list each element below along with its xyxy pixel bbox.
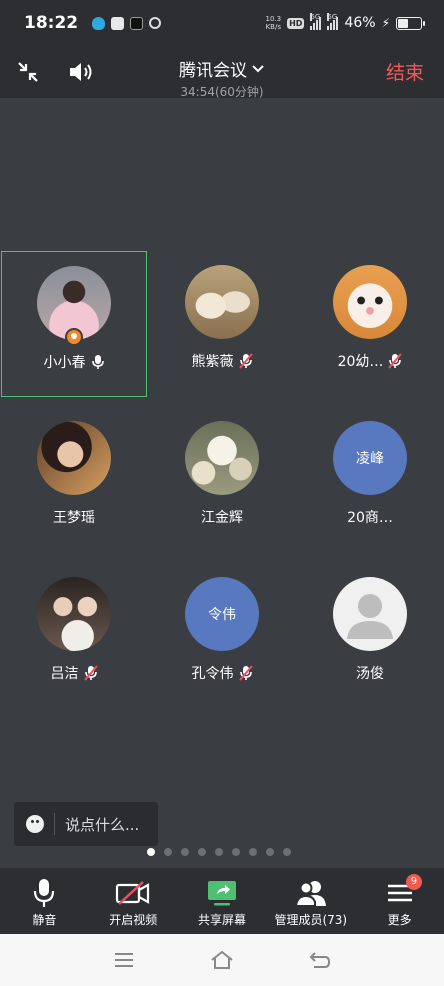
status-time: 18:22 [24, 13, 79, 33]
end-meeting-button[interactable]: 结束 [386, 58, 424, 85]
share-screen-icon [207, 881, 236, 906]
page-dot[interactable] [181, 848, 189, 856]
net-speed: 10.3 KB/s [265, 15, 282, 31]
participant-tile[interactable]: 熊紫薇 [149, 251, 295, 397]
participant-name: 20幼… [337, 354, 384, 370]
video-off-icon [116, 881, 150, 905]
page-dot[interactable] [215, 848, 223, 856]
back-button[interactable] [271, 934, 369, 986]
avatar [185, 265, 259, 339]
page-dot[interactable] [249, 848, 257, 856]
divider [54, 813, 55, 835]
notification-badge: 9 [405, 874, 422, 890]
page-dot[interactable] [164, 848, 172, 856]
participant-name: 熊紫薇 [191, 354, 234, 370]
status-right: 10.3 KB/s HD 5G 5G 46% ⚡ [265, 13, 425, 31]
meeting-toolbar: 静音 开启视频 共享屏幕 管理成员(73) 9 更多 [0, 868, 444, 934]
message-icon [149, 17, 162, 29]
recent-apps-button[interactable] [75, 934, 173, 986]
tiktok-icon [130, 16, 144, 30]
participant-tile[interactable]: 令伟 孔令伟 [149, 563, 295, 709]
manage-members-button[interactable]: 管理成员(73) [266, 868, 355, 934]
avatar [333, 577, 407, 651]
members-icon [294, 881, 326, 907]
participant-name: 王梦瑶 [53, 510, 95, 526]
start-video-button[interactable]: 开启视频 [89, 868, 178, 934]
meeting-title[interactable]: 腾讯会议 [179, 56, 265, 81]
system-nav-bar [0, 934, 444, 986]
battery-percent: 46% [344, 15, 376, 31]
qq-icon [92, 16, 106, 30]
participant-tile[interactable]: 20幼… [297, 251, 443, 397]
page-dot[interactable] [266, 848, 274, 856]
microphone-muted-icon [238, 353, 253, 369]
page-dot[interactable] [283, 848, 291, 856]
page-indicator [147, 848, 291, 856]
participant-tile[interactable]: 王梦瑶 [1, 407, 147, 553]
participant-name: 孔令伟 [191, 666, 234, 682]
mute-button[interactable]: 静音 [0, 868, 89, 934]
microphone-icon [34, 879, 55, 907]
hd-icon: HD [287, 17, 305, 29]
signal-icon-2: 5G [327, 13, 339, 30]
participant-tile[interactable]: 吕洁 [1, 563, 147, 709]
meeting-title-area[interactable]: 腾讯会议 34:54(60分钟) [0, 56, 444, 100]
avatar: 凌峰 [333, 421, 407, 495]
avatar [333, 265, 407, 339]
signal-icon: 5G [310, 13, 322, 30]
participant-name: 小小春 [43, 355, 86, 371]
charging-icon: ⚡ [381, 16, 390, 30]
chevron-down-icon [252, 64, 264, 72]
chat-input[interactable]: 说点什么... [14, 802, 158, 846]
notification-icons [92, 16, 162, 30]
avatar [37, 266, 111, 346]
participant-tile[interactable]: 凌峰 20商… [297, 407, 443, 553]
page-dot[interactable] [147, 848, 155, 856]
participant-tile[interactable]: 小小春 [1, 251, 147, 397]
avatar: 令伟 [185, 577, 259, 651]
participant-tile[interactable]: 江金辉 [149, 407, 295, 553]
home-icon [211, 950, 233, 969]
home-button[interactable] [173, 934, 271, 986]
participant-name: 汤俊 [356, 666, 384, 682]
page-dot[interactable] [198, 848, 206, 856]
microphone-icon [91, 355, 104, 369]
microphone-muted-icon [238, 665, 253, 681]
battery-icon [396, 16, 425, 30]
avatar [37, 421, 111, 495]
participant-name: 吕洁 [50, 666, 79, 682]
back-arrow-icon [309, 952, 331, 968]
chat-placeholder: 说点什么... [65, 815, 140, 834]
share-screen-button[interactable]: 共享屏幕 [178, 868, 267, 934]
default-user-icon [347, 594, 393, 639]
microphone-muted-icon [388, 353, 403, 369]
menu-lines-icon [115, 953, 133, 967]
meeting-duration: 34:54(60分钟) [180, 85, 264, 99]
participant-tile[interactable]: 汤俊 [297, 563, 443, 709]
sim-card-icon [111, 16, 125, 30]
avatar [37, 577, 111, 651]
page-dot[interactable] [232, 848, 240, 856]
meeting-header: 腾讯会议 34:54(60分钟) 结束 [0, 46, 444, 100]
host-badge-icon [65, 328, 83, 346]
more-button[interactable]: 9 更多 [355, 868, 444, 934]
microphone-muted-icon [83, 665, 98, 681]
participant-name: 江金辉 [201, 510, 243, 526]
participant-name: 20商… [347, 510, 393, 526]
avatar [185, 421, 259, 495]
status-bar: 18:22 10.3 KB/s HD 5G 5G 46% ⚡ [0, 0, 444, 46]
emoji-icon[interactable] [26, 815, 44, 833]
